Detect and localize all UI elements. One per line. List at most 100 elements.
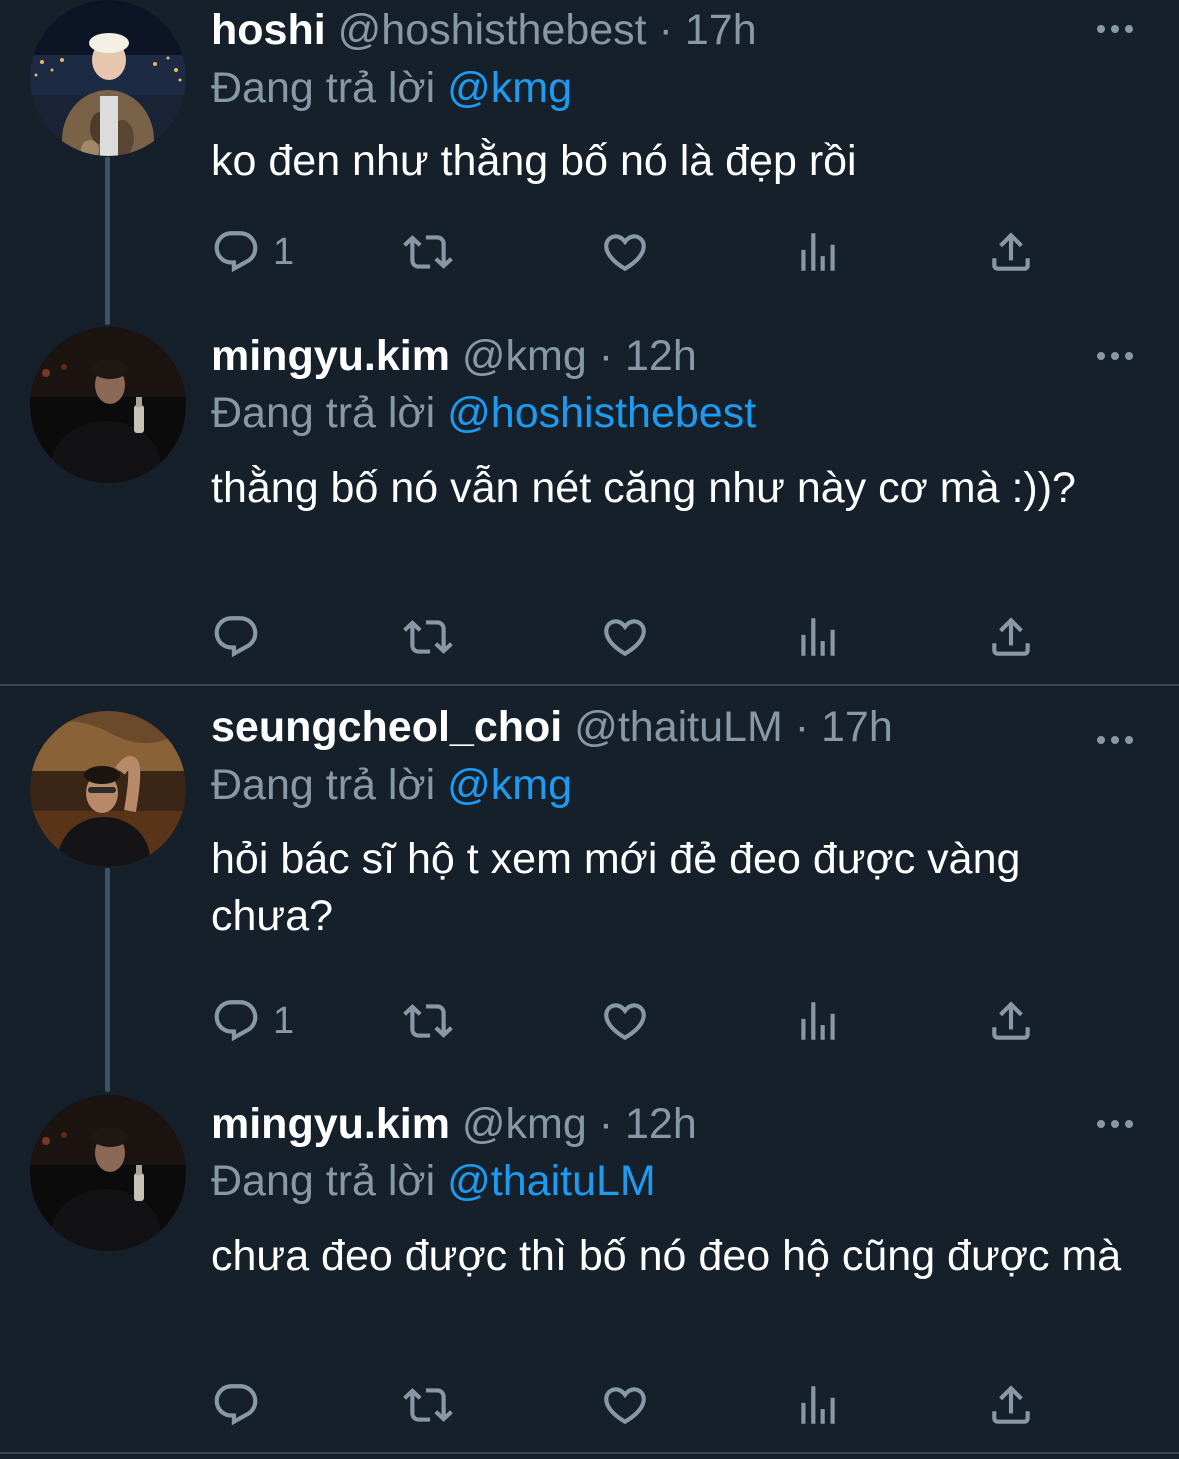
reply-button[interactable] xyxy=(211,1377,273,1433)
retweet-icon xyxy=(403,1380,453,1430)
timestamp[interactable]: 12h xyxy=(625,332,697,380)
views-button[interactable] xyxy=(793,1377,843,1433)
thread-divider xyxy=(0,1452,1179,1454)
avatar[interactable] xyxy=(30,327,186,483)
share-button[interactable] xyxy=(986,609,1036,665)
avatar-mingyu-image xyxy=(30,1095,186,1251)
separator: · xyxy=(794,703,810,751)
like-icon xyxy=(600,1380,650,1430)
action-bar xyxy=(211,609,1051,665)
retweet-button[interactable] xyxy=(403,1377,453,1433)
display-name[interactable]: hoshi xyxy=(211,6,326,54)
like-button[interactable] xyxy=(600,1377,650,1433)
tweet-mingyu[interactable]: mingyu.kim @kmg · 12h Đang trả lời @hosh… xyxy=(0,327,1179,684)
reply-button[interactable] xyxy=(211,609,273,665)
retweet-button[interactable] xyxy=(403,224,453,280)
tweet-text: hỏi bác sĩ hộ t xem mới đẻ đeo được vàng… xyxy=(211,835,1021,940)
thread-1: hoshi @hoshisthebest · 17h Đang trả lời … xyxy=(0,0,1179,684)
separator: · xyxy=(658,6,673,54)
action-bar xyxy=(211,1377,1051,1433)
reply-handle-link[interactable]: @thaituLM xyxy=(447,1157,656,1205)
tweet-header: hoshi @hoshisthebest · 17h xyxy=(211,2,1079,58)
display-name[interactable]: mingyu.kim xyxy=(211,1100,450,1148)
more-icon[interactable] xyxy=(1095,19,1135,39)
replying-to: Đang trả lời @kmg xyxy=(211,59,572,117)
reply-icon xyxy=(211,227,261,277)
reply-count: 1 xyxy=(273,999,295,1042)
views-button[interactable] xyxy=(793,609,843,665)
tweet-hoshi[interactable]: hoshi @hoshisthebest · 17h Đang trả lời … xyxy=(0,0,1179,310)
retweet-icon xyxy=(403,227,453,277)
share-button[interactable] xyxy=(986,224,1036,280)
handle[interactable]: @kmg xyxy=(462,1100,587,1148)
retweet-icon xyxy=(403,996,453,1046)
views-icon xyxy=(793,1380,843,1430)
reply-icon xyxy=(211,612,261,662)
tweet-mingyu-reply[interactable]: mingyu.kim @kmg · 12h Đang trả lời @thai… xyxy=(0,1095,1179,1452)
like-icon xyxy=(600,227,650,277)
like-button[interactable] xyxy=(600,609,650,665)
share-button[interactable] xyxy=(986,993,1036,1049)
reply-handle-link[interactable]: @kmg xyxy=(447,64,572,112)
timestamp[interactable]: 17h xyxy=(685,6,757,54)
reply-label: Đang trả lời xyxy=(211,389,436,437)
handle[interactable]: @kmg xyxy=(462,332,587,380)
more-icon[interactable] xyxy=(1095,730,1135,750)
views-button[interactable] xyxy=(793,993,843,1049)
thread-2: seungcheol_choi @thaituLM · 17h Đang trả… xyxy=(0,686,1179,1452)
tweet-text: thằng bố nó vẫn nét căng như này cơ mà :… xyxy=(211,464,1076,512)
tweet-header: seungcheol_choi @thaituLM · 17h xyxy=(211,699,1079,755)
reply-icon xyxy=(211,996,261,1046)
reply-label: Đang trả lời xyxy=(211,1157,436,1205)
handle[interactable]: @hoshisthebest xyxy=(338,6,647,54)
tweet-seungcheol[interactable]: seungcheol_choi @thaituLM · 17h Đang trả… xyxy=(0,703,1179,1091)
separator: · xyxy=(598,332,614,380)
action-bar: 1 xyxy=(211,993,1051,1049)
share-icon xyxy=(986,996,1036,1046)
share-icon xyxy=(986,1380,1036,1430)
display-name[interactable]: mingyu.kim xyxy=(211,332,450,380)
reply-label: Đang trả lời xyxy=(211,64,436,112)
display-name[interactable]: seungcheol_choi xyxy=(211,703,562,751)
timestamp[interactable]: 17h xyxy=(821,703,893,751)
views-icon xyxy=(793,227,843,277)
reply-count: 1 xyxy=(273,230,295,273)
retweet-button[interactable] xyxy=(403,993,453,1049)
share-button[interactable] xyxy=(986,1377,1036,1433)
avatar-hoshi-image xyxy=(30,0,186,156)
replying-to: Đang trả lời @hoshisthebest xyxy=(211,384,756,442)
reply-icon xyxy=(211,1380,261,1430)
like-button[interactable] xyxy=(600,993,650,1049)
like-icon xyxy=(600,612,650,662)
action-bar: 1 xyxy=(211,224,1051,280)
tweet-text: ko đen như thằng bố nó là đẹp rồi xyxy=(211,137,857,185)
avatar[interactable] xyxy=(30,0,186,156)
views-button[interactable] xyxy=(793,224,843,280)
tweet-text: chưa đeo được thì bố nó đeo hộ cũng được… xyxy=(211,1232,1122,1280)
tweet-header: mingyu.kim @kmg · 12h xyxy=(211,1096,1079,1152)
reply-handle-link[interactable]: @kmg xyxy=(447,761,572,809)
like-icon xyxy=(600,996,650,1046)
share-icon xyxy=(986,227,1036,277)
more-icon[interactable] xyxy=(1095,346,1135,366)
share-icon xyxy=(986,612,1036,662)
retweet-button[interactable] xyxy=(403,609,453,665)
timestamp[interactable]: 12h xyxy=(625,1100,697,1148)
more-icon[interactable] xyxy=(1095,1114,1135,1134)
avatar-mingyu-image xyxy=(30,327,186,483)
reply-button[interactable]: 1 xyxy=(211,224,294,280)
views-icon xyxy=(793,612,843,662)
retweet-icon xyxy=(403,612,453,662)
reply-handle-link[interactable]: @hoshisthebest xyxy=(447,389,756,437)
views-icon xyxy=(793,996,843,1046)
like-button[interactable] xyxy=(600,224,650,280)
avatar[interactable] xyxy=(30,1095,186,1251)
replying-to: Đang trả lời @kmg xyxy=(211,756,572,814)
tweet-header: mingyu.kim @kmg · 12h xyxy=(211,328,1079,384)
reply-label: Đang trả lời xyxy=(211,761,436,809)
handle[interactable]: @thaituLM xyxy=(574,703,783,751)
reply-button[interactable]: 1 xyxy=(211,993,294,1049)
avatar[interactable] xyxy=(30,711,186,867)
separator: · xyxy=(598,1100,614,1148)
replying-to: Đang trả lời @thaituLM xyxy=(211,1152,656,1210)
